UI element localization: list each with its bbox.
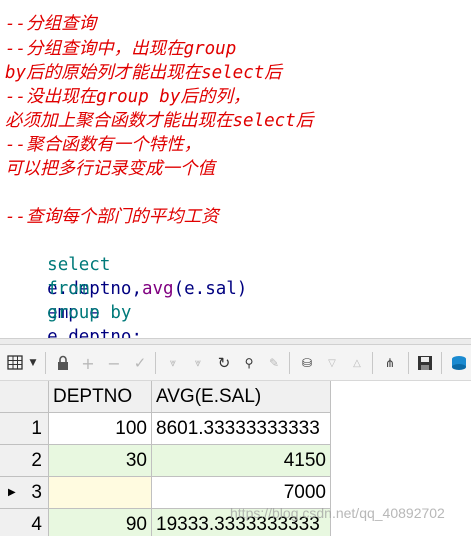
column-header-avg-sal[interactable]: AVG(E.SAL) (152, 381, 331, 413)
add-row-icon[interactable]: + (78, 353, 98, 373)
binoculars-icon[interactable]: ⚲ (239, 353, 259, 373)
comment-line: 可以把多行记录变成一个值 (5, 159, 215, 179)
cell-avg-sal[interactable]: 8601.33333333333 (152, 413, 331, 445)
save-icon[interactable] (415, 353, 435, 373)
row-number-label: 3 (31, 482, 42, 503)
cell-deptno[interactable]: 100 (49, 413, 152, 445)
cell-deptno[interactable]: 90 (49, 509, 152, 536)
grid-view-icon[interactable] (6, 353, 26, 373)
sql-select-line: select e.deptno,avg(e.sal) (5, 229, 247, 299)
group-by-keyword: group by (47, 303, 132, 323)
comment-line: --分组查询中，出现在group (5, 39, 237, 59)
column-header-deptno[interactable]: DEPTNO (49, 381, 152, 413)
tree-icon[interactable]: ⋔ (380, 353, 400, 373)
watermark-text: https://blog.csdn.net/qq_40892702 (230, 505, 445, 521)
comment-line: --分组查询 (5, 14, 97, 34)
refresh-icon[interactable]: ↻ (214, 353, 234, 373)
current-row-pointer-icon: ▶ (8, 487, 16, 498)
cell-avg-sal[interactable]: 4150 (152, 445, 331, 477)
toolbar-divider (372, 352, 373, 374)
result-toolbar: ▼ + − ✓ ⩔ ⩔ ↻ ⚲ ✎ ⛁ ▽ △ ⋔ (0, 345, 471, 381)
lock-icon[interactable] (53, 353, 73, 373)
toolbar-divider (45, 352, 46, 374)
row-number[interactable]: 4 (0, 509, 49, 536)
fetch-next-icon[interactable]: ⩔ (163, 353, 183, 373)
row-number-current[interactable]: ▶ 3 (0, 477, 49, 509)
sql-editor[interactable]: --分组查询 --分组查询中，出现在group by后的原始列才能出现在sele… (0, 0, 471, 347)
comment-line: --没出现在group by后的列， (5, 87, 251, 107)
avg-argument: (e.sal) (173, 279, 248, 299)
comment-line: --聚合函数有一个特性， (5, 135, 202, 155)
post-check-icon[interactable]: ✓ (130, 353, 150, 373)
export-icon[interactable] (449, 353, 469, 373)
cell-deptno-editing[interactable] (49, 477, 152, 509)
delete-row-icon[interactable]: − (104, 353, 124, 373)
row-number[interactable]: 1 (0, 413, 49, 445)
row-number[interactable]: 2 (0, 445, 49, 477)
database-icon[interactable]: ⛁ (297, 353, 317, 373)
chevron-down-icon[interactable]: ▼ (27, 353, 39, 373)
sort-up-icon[interactable]: △ (347, 353, 367, 373)
comment-line: 必须加上聚合函数才能出现在select后 (5, 111, 314, 131)
grid-corner[interactable] (0, 381, 49, 413)
toolbar-divider (289, 352, 290, 374)
toolbar-divider (408, 352, 409, 374)
avg-function: avg (141, 279, 174, 299)
sql-from-line: from emp e (5, 253, 100, 323)
comment-line: --查询每个部门的平均工资 (5, 207, 219, 227)
fetch-all-icon[interactable]: ⩔ (188, 353, 208, 373)
comment-line: by后的原始列才能出现在select后 (5, 63, 282, 83)
pane-splitter[interactable] (0, 338, 471, 345)
toolbar-divider (441, 352, 442, 374)
cell-deptno[interactable]: 30 (49, 445, 152, 477)
sql-group-line: group by e.deptno; (5, 277, 142, 347)
sort-down-icon[interactable]: ▽ (322, 353, 342, 373)
eraser-icon[interactable]: ✎ (264, 353, 284, 373)
toolbar-divider (155, 352, 156, 374)
